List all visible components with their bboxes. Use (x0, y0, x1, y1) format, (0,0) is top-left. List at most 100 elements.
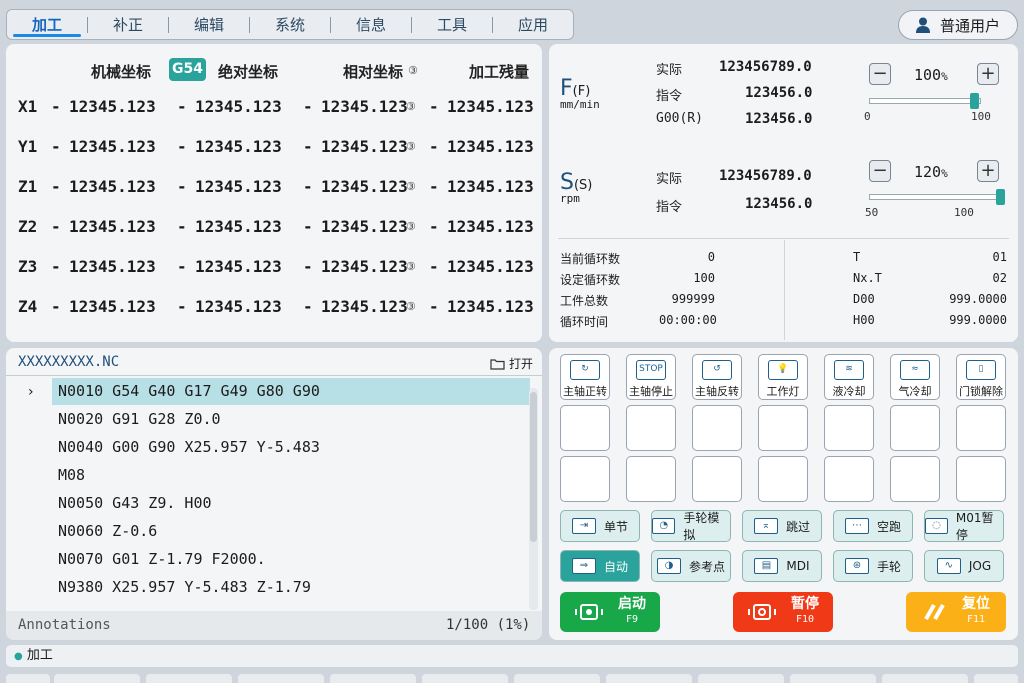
tab-system[interactable]: 系统 (250, 10, 330, 39)
dash-sign: - (177, 257, 187, 276)
bottom-softkey[interactable] (54, 674, 140, 683)
reset-button[interactable]: 复位 F11 (906, 592, 1006, 632)
reset-rel-icon[interactable]: ③ (406, 140, 416, 153)
program-scrollbar[interactable] (529, 388, 538, 610)
mode-button[interactable]: ⌅ 跳过 (742, 510, 822, 542)
empty-soft-button[interactable] (626, 456, 676, 502)
mode-button[interactable]: ▤ MDI (742, 550, 822, 582)
bottom-softkey[interactable] (6, 674, 50, 683)
tab-offset[interactable]: 补正 (88, 10, 168, 39)
empty-soft-button[interactable] (758, 405, 808, 451)
empty-soft-button[interactable] (824, 405, 874, 451)
bottom-softkey[interactable] (514, 674, 600, 683)
mode-button[interactable]: ⋯ 空跑 (833, 510, 913, 542)
axis-label: X1 (18, 97, 38, 116)
spindle-override-slider[interactable] (869, 189, 1005, 205)
mode-button[interactable]: ∿ JOG (924, 550, 1004, 582)
program-line[interactable]: N0050 G43 Z9. H00 (52, 490, 530, 517)
bottom-softkey[interactable] (790, 674, 876, 683)
program-scroll-thumb[interactable] (530, 392, 537, 542)
tab-info[interactable]: 信息 (331, 10, 411, 39)
feed-label: F(F) mm/min (560, 76, 600, 111)
axis-label: Z2 (18, 217, 38, 236)
soft-button[interactable]: ≋ 液冷却 (824, 354, 874, 400)
bottom-softkey[interactable] (606, 674, 692, 683)
feed-override-slider[interactable] (869, 93, 981, 109)
mode-button[interactable]: ◌ M01暂停 (924, 510, 1004, 542)
program-line[interactable]: N9380 X25.957 Y-5.483 Z-1.79 (52, 574, 530, 601)
open-file-button[interactable]: 打开 (490, 355, 533, 372)
bottom-softkey[interactable] (882, 674, 968, 683)
soft-button[interactable]: ▯ 门锁解除 (956, 354, 1006, 400)
empty-soft-button[interactable] (758, 456, 808, 502)
mode-button[interactable]: ⇥ 单节 (560, 510, 640, 542)
reset-rel-icon[interactable]: ③ (406, 100, 416, 113)
soft-button[interactable]: ↺ 主轴反转 (692, 354, 742, 400)
reset-rel-icon[interactable]: ③ (406, 180, 416, 193)
feed-plus-button[interactable]: + (977, 63, 999, 85)
bottom-softkey[interactable] (238, 674, 324, 683)
reset-rel-icon[interactable]: ③ (406, 260, 416, 273)
empty-soft-button[interactable] (692, 456, 742, 502)
empty-soft-button[interactable] (626, 405, 676, 451)
empty-soft-button[interactable] (824, 456, 874, 502)
bottom-softkey[interactable] (330, 674, 416, 683)
feed-slider-knob[interactable] (970, 93, 979, 109)
bottom-softkey[interactable] (698, 674, 784, 683)
spindle-minus-button[interactable]: − (869, 160, 891, 182)
mode-icon: ⋯ (844, 518, 869, 534)
program-line[interactable]: M08 (52, 462, 530, 489)
soft-button[interactable]: ≈ 气冷却 (890, 354, 940, 400)
empty-soft-button[interactable] (956, 405, 1006, 451)
rel-coord-header[interactable]: 相对坐标 (343, 61, 403, 82)
dash-sign: - (303, 297, 313, 316)
empty-soft-button[interactable] (560, 405, 610, 451)
tab-tools[interactable]: 工具 (412, 10, 492, 39)
bottom-softkey[interactable] (974, 674, 1018, 683)
spindle-slider-knob[interactable] (996, 189, 1005, 205)
feed-hold-button[interactable]: 暂停 F10 (733, 592, 833, 632)
remain-coord-value: 12345.123 (447, 297, 534, 316)
program-line[interactable]: N0040 G00 G90 X25.957 Y-5.483 (52, 434, 530, 461)
cycle-start-button[interactable]: 启动 F9 (560, 592, 660, 632)
soft-button[interactable]: ↻ 主轴正转 (560, 354, 610, 400)
empty-soft-button[interactable] (890, 456, 940, 502)
remain-coord-value: 12345.123 (447, 137, 534, 156)
empty-soft-button[interactable] (560, 456, 610, 502)
tab-machining[interactable]: 加工 (7, 10, 87, 39)
soft-button[interactable]: STOP 主轴停止 (626, 354, 676, 400)
annotations-label[interactable]: Annotations (18, 617, 111, 633)
empty-soft-button[interactable] (692, 405, 742, 451)
program-line[interactable]: N0060 Z-0.6 (52, 518, 530, 545)
dash-sign: - (51, 137, 61, 156)
user-button[interactable]: 普通用户 (898, 10, 1018, 40)
wcs-badge[interactable]: G54 (169, 58, 206, 81)
tab-edit[interactable]: 编辑 (169, 10, 249, 39)
mode-button[interactable]: ◔ 手轮模拟 (651, 510, 731, 542)
mode-button[interactable]: ◑ 参考点 (651, 550, 731, 582)
feed-minus-button[interactable]: − (869, 63, 891, 85)
bottom-softkey[interactable] (422, 674, 508, 683)
program-line[interactable]: N0070 G01 Z-1.79 F2000. (52, 546, 530, 573)
mode-button[interactable]: ⊛ 手轮 (833, 550, 913, 582)
reset-rel-icon[interactable]: ③ (406, 220, 416, 233)
axis-label: Z4 (18, 297, 38, 316)
dash-sign: - (51, 257, 61, 276)
empty-soft-button[interactable] (890, 405, 940, 451)
tab-apps[interactable]: 应用 (493, 10, 573, 39)
spindle-cmd-value: 123456.0 (745, 196, 813, 212)
mode-label: M01暂停 (955, 511, 994, 542)
empty-soft-button[interactable] (956, 456, 1006, 502)
bottom-softkey[interactable] (146, 674, 232, 683)
soft-button[interactable]: 💡 工作灯 (758, 354, 808, 400)
reset-rel-icon[interactable]: ③ (408, 64, 418, 77)
machine-coord-value: 12345.123 (69, 297, 156, 316)
program-line-current[interactable]: N0010 G54 G40 G17 G49 G80 G90 (52, 378, 530, 405)
program-line[interactable]: N0020 G91 G28 Z0.0 (52, 406, 530, 433)
reset-rel-icon[interactable]: ③ (406, 300, 416, 313)
spindle-plus-button[interactable]: + (977, 160, 999, 182)
dash-sign: - (51, 177, 61, 196)
rel-coord-value: 12345.123 (321, 177, 408, 196)
auto-mode-button[interactable]: ⇒ 自动 (560, 550, 640, 582)
program-panel: XXXXXXXXX.NC 打开 › N0010 G54 G40 G17 G49 … (6, 348, 542, 640)
